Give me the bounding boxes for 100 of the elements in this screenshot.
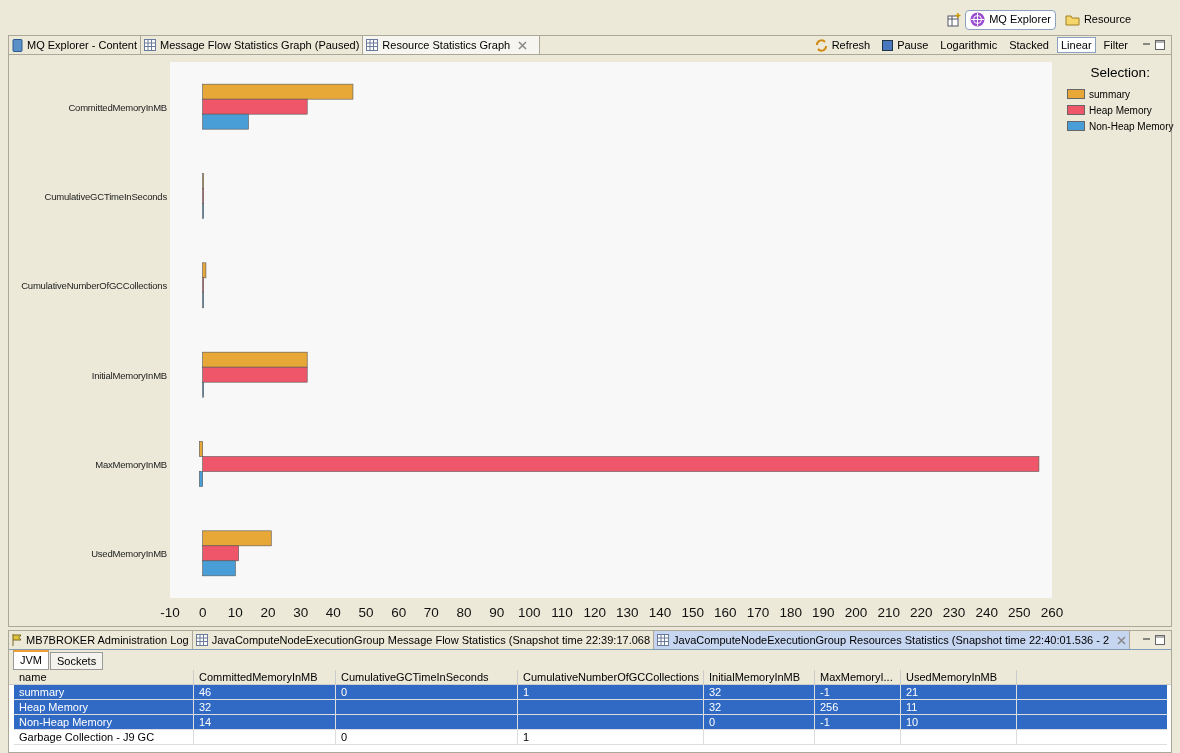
table-cell: 32 xyxy=(709,686,722,698)
axis-tick-label: 180 xyxy=(779,605,802,620)
legend-label: Heap Memory xyxy=(1089,103,1152,118)
legend-label: summary xyxy=(1089,87,1131,102)
table-cell: Garbage Collection - J9 GC xyxy=(19,731,155,743)
axis-tick-label: 240 xyxy=(975,605,998,620)
chart-mode-button[interactable]: Linear xyxy=(1056,37,1096,53)
chart-mode-button[interactable]: Stacked xyxy=(1005,37,1053,53)
axis-tick-label: 70 xyxy=(423,605,439,620)
category-label: CumulativeNumberOfGCCollections xyxy=(21,280,167,292)
table-row[interactable]: Heap Memory 32 32 256 11 xyxy=(14,700,1167,715)
table-icon xyxy=(195,634,208,646)
legend-label: Non-Heap Memory xyxy=(1089,119,1174,134)
axis-tick-label: 110 xyxy=(551,605,573,620)
axis-tick-label: 100 xyxy=(518,605,541,620)
close-icon[interactable] xyxy=(1117,635,1126,645)
table-cell: 32 xyxy=(709,701,722,713)
axis-tick-label: 30 xyxy=(293,605,309,620)
column-header[interactable]: CumulativeGCTimeInSeconds xyxy=(336,670,518,684)
flag-icon xyxy=(12,634,22,646)
sub-tab[interactable]: JVM xyxy=(13,650,49,670)
table-cell: 21 xyxy=(906,686,919,698)
axis-tick-label: 160 xyxy=(714,605,737,620)
table-cell: 0 xyxy=(341,731,348,743)
column-header[interactable]: name xyxy=(14,670,194,684)
axis-tick-label: 80 xyxy=(456,605,472,620)
table-cell: summary xyxy=(19,686,65,698)
axis-tick-label: 60 xyxy=(391,605,407,620)
category-label: InitialMemoryInMB xyxy=(91,369,167,381)
editor-tab[interactable]: Message Flow Statistics Graph (Paused) xyxy=(141,36,364,54)
table-cell: 32 xyxy=(199,701,212,713)
stop-icon xyxy=(882,39,894,51)
refresh-icon xyxy=(814,38,828,52)
table-cell: 1 xyxy=(523,686,530,698)
axis-tick-label: 120 xyxy=(583,605,606,620)
table-cell: -1 xyxy=(820,686,830,698)
sub-tab[interactable]: Sockets xyxy=(50,652,104,670)
table-row[interactable]: Non-Heap Memory 14 0 -1 10 xyxy=(14,715,1167,730)
axis-tick-label: 190 xyxy=(812,605,835,620)
axis-tick-label: 200 xyxy=(844,605,868,620)
category-label: CommittedMemoryInMB xyxy=(68,101,167,113)
axis-tick-label: 20 xyxy=(260,605,276,620)
table-row[interactable]: Garbage Collection - J9 GC 0 1 xyxy=(14,730,1167,745)
folder-icon xyxy=(1064,13,1080,26)
axis-tick-label: 220 xyxy=(910,605,933,620)
table-cell: 0 xyxy=(709,716,716,728)
axis-tick-label: 210 xyxy=(877,605,900,620)
axis-tick-label: 10 xyxy=(227,605,243,620)
category-label: MaxMemoryInMB xyxy=(95,459,167,470)
axis-tick-label: 90 xyxy=(489,605,505,620)
refresh-button[interactable]: Refresh xyxy=(810,37,875,53)
table-cell: Non-Heap Memory xyxy=(19,716,112,728)
axis-tick-label: 250 xyxy=(1008,605,1031,620)
axis-tick-label: -10 xyxy=(160,605,180,620)
axis-tick-label: 40 xyxy=(325,605,341,620)
table-cell: Heap Memory xyxy=(19,701,89,713)
category-label: UsedMemoryInMB xyxy=(91,548,167,560)
table-row[interactable]: summary 46 0 1 32 -1 21 xyxy=(14,685,1167,700)
table-icon xyxy=(657,634,670,646)
axis-tick-label: 140 xyxy=(648,605,672,620)
column-header[interactable]: UsedMemoryInMB xyxy=(901,670,1017,684)
table-cell: 1 xyxy=(523,731,530,743)
axis-tick-label: 130 xyxy=(616,605,639,620)
chart-mode-button[interactable]: Filter xyxy=(1099,37,1132,53)
maximize-icon[interactable] xyxy=(1155,635,1165,645)
table-cell: 10 xyxy=(906,716,919,728)
table-cell: 46 xyxy=(199,686,212,698)
table-icon xyxy=(144,39,157,51)
axis-tick-label: 0 xyxy=(198,605,207,620)
book-icon xyxy=(12,38,23,52)
category-label: CumulativeGCTimeInSeconds xyxy=(44,191,167,202)
table-icon xyxy=(366,39,379,51)
table-cell: -1 xyxy=(820,716,830,728)
view-tab[interactable]: JavaComputeNodeExecutionGroup Resources Statistics (Snapshot time 22:40:01.536 - 2 xyxy=(654,631,1130,649)
axis-tick-label: 50 xyxy=(358,605,374,620)
column-header[interactable]: CumulativeNumberOfGCCollections xyxy=(518,670,704,684)
axis-tick-label: 260 xyxy=(1040,605,1064,620)
axis-tick-label: 150 xyxy=(681,605,704,620)
editor-tab[interactable]: Resource Statistics Graph xyxy=(363,36,541,54)
axis-tick-label: 230 xyxy=(942,605,966,620)
globe-icon xyxy=(970,12,986,27)
close-icon[interactable] xyxy=(518,40,528,50)
legend-title: Selection: xyxy=(1090,64,1150,82)
pause-button[interactable]: Pause xyxy=(878,37,933,53)
maximize-icon[interactable] xyxy=(1155,40,1165,50)
perspective-button[interactable]: MQ Explorer xyxy=(965,9,1056,30)
chart-mode-button[interactable]: Logarithmic xyxy=(936,37,1002,53)
view-tab[interactable]: MB7BROKER Administration Log xyxy=(9,631,193,649)
column-header[interactable]: InitialMemoryInMB xyxy=(704,670,815,684)
perspective-button[interactable]: Resource xyxy=(1059,9,1136,30)
view-tab[interactable]: JavaComputeNodeExecutionGroup Message Flow Statistics (Snapshot time 22:39:17.068 xyxy=(192,631,655,649)
column-header[interactable]: CommittedMemoryInMB xyxy=(194,670,336,684)
column-header[interactable]: MaxMemoryI... xyxy=(815,670,901,684)
table-cell: 256 xyxy=(820,701,839,713)
bar xyxy=(202,560,236,577)
axis-tick-label: 170 xyxy=(746,605,770,620)
editor-tab[interactable]: MQ Explorer - Content xyxy=(9,36,142,54)
table-cell: 14 xyxy=(199,716,212,728)
table-cell: 11 xyxy=(906,701,918,713)
open-perspective-icon[interactable] xyxy=(947,12,962,27)
